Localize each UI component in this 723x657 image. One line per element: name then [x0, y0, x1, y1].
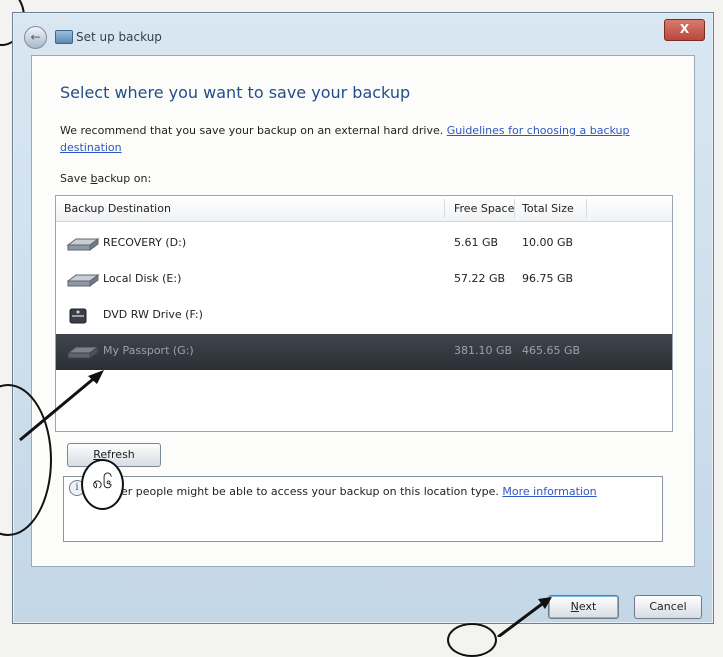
- destination-free-space: 57.22 GB: [454, 272, 506, 285]
- recommendation-text: We recommend that you save your backup o…: [60, 122, 680, 156]
- destination-name: My Passport (G:): [103, 344, 194, 357]
- destination-name: Local Disk (E:): [103, 272, 182, 285]
- more-information-link[interactable]: More information: [502, 485, 596, 498]
- info-message-text: Other people might be able to access you…: [101, 485, 503, 498]
- next-button[interactable]: Next: [548, 595, 619, 619]
- next-label: ext: [578, 600, 597, 613]
- list-header: Backup Destination Free Space Total Size: [56, 196, 672, 222]
- destination-total-size: 96.75 GB: [522, 272, 574, 285]
- hard-drive-icon: [66, 274, 100, 287]
- destination-free-space: 5.61 GB: [454, 236, 499, 249]
- title-bar: ← Set up backup X: [13, 13, 713, 55]
- annotation-step-badge: ၈၆: [81, 459, 124, 510]
- column-header-free-space[interactable]: Free Space: [454, 202, 514, 215]
- cancel-button[interactable]: Cancel: [634, 595, 702, 619]
- destination-row-recovery[interactable]: RECOVERY (D:) 5.61 GB 10.00 GB: [56, 226, 672, 262]
- info-message: Other people might be able to access you…: [101, 485, 597, 498]
- destination-total-size: 465.65 GB: [522, 344, 581, 357]
- page-title: Select where you want to save your backu…: [60, 83, 411, 102]
- save-backup-on-label: Save backup on:: [60, 172, 151, 185]
- back-button[interactable]: ←: [24, 26, 47, 49]
- annotation-step-number: ၈၆: [92, 472, 113, 493]
- column-header-total-size[interactable]: Total Size: [522, 202, 574, 215]
- destination-free-space: 381.10 GB: [454, 344, 513, 357]
- destination-name: RECOVERY (D:): [103, 236, 187, 249]
- wizard-content: Select where you want to save your backu…: [31, 55, 695, 567]
- backup-destination-list[interactable]: Backup Destination Free Space Total Size…: [55, 195, 673, 432]
- back-arrow-icon: ←: [30, 30, 41, 44]
- window-title: Set up backup: [76, 30, 162, 44]
- column-header-destination[interactable]: Backup Destination: [64, 202, 171, 215]
- save-label-prefix: Save: [60, 172, 91, 185]
- close-icon: X: [679, 22, 690, 36]
- hard-drive-icon: [66, 238, 100, 251]
- close-button[interactable]: X: [664, 19, 705, 41]
- recommendation-prefix: We recommend that you save your backup o…: [60, 124, 447, 137]
- destination-row-my-passport[interactable]: My Passport (G:) 381.10 GB 465.65 GB: [56, 334, 672, 370]
- photographed-screen: ← Set up backup X Select where you want …: [0, 0, 723, 657]
- backup-icon: [55, 30, 73, 44]
- save-label-suffix: ackup on:: [97, 172, 152, 185]
- next-accesskey: N: [570, 600, 579, 613]
- info-message-box: i Other people might be able to access y…: [63, 476, 663, 542]
- column-divider: [444, 199, 445, 218]
- destination-row-local-disk[interactable]: Local Disk (E:) 57.22 GB 96.75 GB: [56, 262, 672, 298]
- column-divider: [586, 199, 587, 218]
- dvd-drive-icon: [69, 308, 87, 324]
- destination-row-dvd[interactable]: DVD RW Drive (F:): [56, 298, 672, 334]
- annotation-callout-circle: [447, 623, 497, 657]
- destination-name: DVD RW Drive (F:): [103, 308, 203, 321]
- column-divider: [514, 199, 515, 218]
- destination-total-size: 10.00 GB: [522, 236, 574, 249]
- set-up-backup-window: ← Set up backup X Select where you want …: [12, 12, 714, 624]
- hard-drive-icon: [66, 346, 100, 359]
